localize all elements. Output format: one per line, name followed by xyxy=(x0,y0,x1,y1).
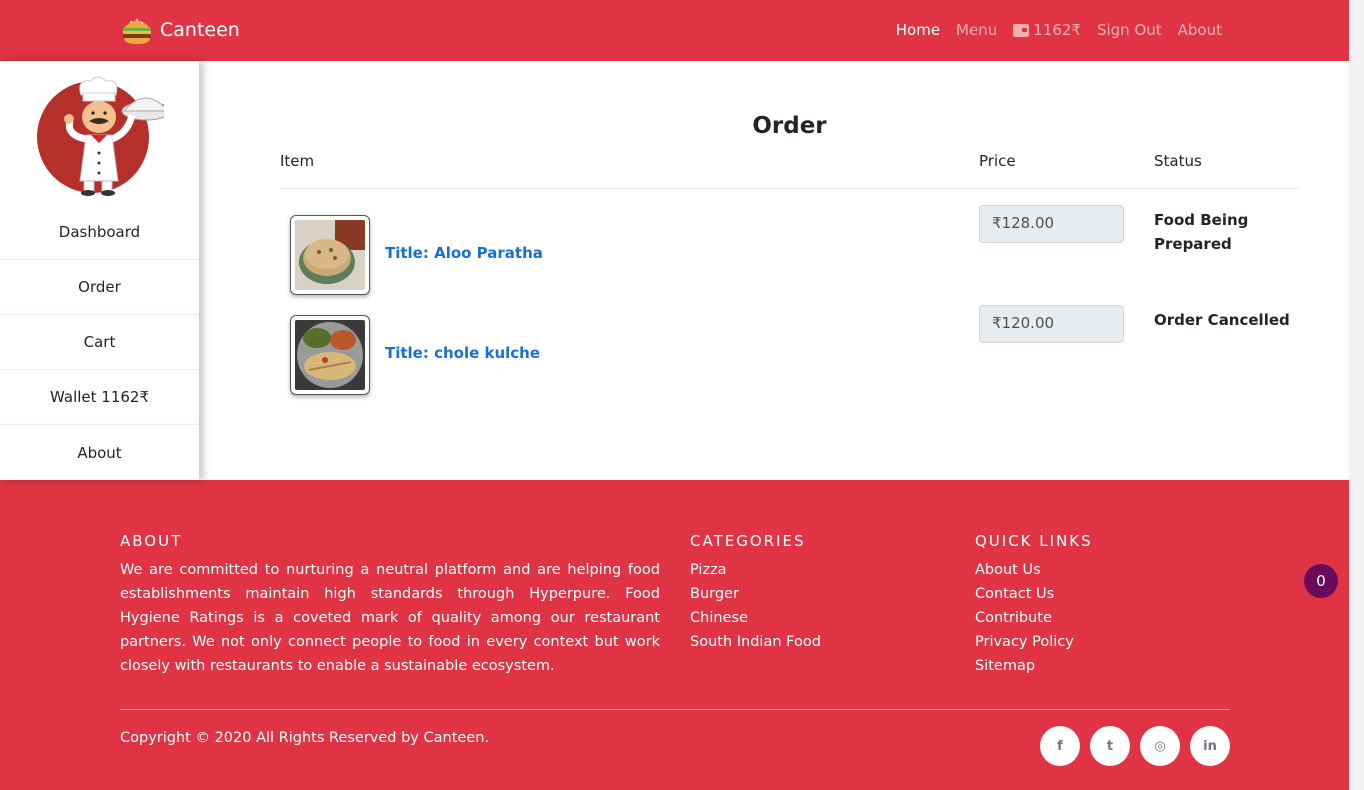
footer-link-about-us[interactable]: About Us xyxy=(975,558,1074,582)
footer-categories-title: CATEGORIES xyxy=(690,532,806,550)
footer-link-contact-us[interactable]: Contact Us xyxy=(975,582,1074,606)
page-scrollbar[interactable] xyxy=(1349,0,1364,790)
sidebar-item-order[interactable]: Order xyxy=(0,260,199,315)
facebook-icon[interactable]: f xyxy=(1040,726,1080,766)
food-image xyxy=(290,215,370,295)
chole-kulche-image xyxy=(295,320,365,390)
top-navbar: Canteen Home Menu 1162₹ Sign Out About xyxy=(0,0,1349,61)
column-header-item: Item xyxy=(280,152,315,170)
nav-wallet[interactable]: 1162₹ xyxy=(1013,21,1081,39)
order-status: Order Cancelled xyxy=(1154,311,1290,329)
nav-links: Home Menu 1162₹ Sign Out About xyxy=(880,21,1222,39)
page-title: Order xyxy=(752,113,827,139)
aloo-paratha-image xyxy=(295,220,365,290)
footer-link-burger[interactable]: Burger xyxy=(690,582,821,606)
table-row: Title: Aloo Paratha ₹128.00 Food Being P… xyxy=(280,205,1299,315)
social-links: f t ◎ in xyxy=(1040,726,1230,766)
sidebar-item-wallet[interactable]: Wallet 1162₹ xyxy=(0,370,199,425)
footer-link-chinese[interactable]: Chinese xyxy=(690,606,821,630)
column-header-price: Price xyxy=(979,152,1016,170)
item-title-link[interactable]: Title: Aloo Paratha xyxy=(385,244,543,262)
price-field: ₹120.00 xyxy=(979,305,1124,343)
footer-divider xyxy=(120,709,1230,710)
sidebar-item-about[interactable]: About xyxy=(0,425,199,480)
footer-categories-list: Pizza Burger Chinese South Indian Food xyxy=(690,558,821,654)
nav-about[interactable]: About xyxy=(1178,21,1222,39)
footer-link-sitemap[interactable]: Sitemap xyxy=(975,654,1074,678)
sidebar: Dashboard Order Cart Wallet 1162₹ About xyxy=(0,61,199,480)
burger-logo-icon xyxy=(120,13,154,47)
nav-home[interactable]: Home xyxy=(896,21,940,39)
footer-about-title: ABOUT xyxy=(120,532,183,550)
footer: ABOUT We are committed to nurturing a ne… xyxy=(0,480,1349,790)
footer-link-pizza[interactable]: Pizza xyxy=(690,558,821,582)
footer-link-contribute[interactable]: Contribute xyxy=(975,606,1074,630)
footer-quick-links-list: About Us Contact Us Contribute Privacy P… xyxy=(975,558,1074,678)
brand[interactable]: Canteen xyxy=(120,13,240,47)
footer-link-south-indian[interactable]: South Indian Food xyxy=(690,630,821,654)
sidebar-item-dashboard[interactable]: Dashboard xyxy=(0,205,199,260)
food-image xyxy=(290,315,370,395)
brand-name: Canteen xyxy=(160,19,240,41)
sidebar-item-cart[interactable]: Cart xyxy=(0,315,199,370)
price-field: ₹128.00 xyxy=(979,205,1124,243)
table-row: Title: chole kulche ₹120.00 Order Cancel… xyxy=(280,305,1299,415)
cart-count-badge[interactable]: 0 xyxy=(1304,564,1338,598)
sidebar-menu: Dashboard Order Cart Wallet 1162₹ About xyxy=(0,205,199,480)
twitter-icon[interactable]: t xyxy=(1090,726,1130,766)
nav-wallet-balance: 1162₹ xyxy=(1033,21,1081,39)
footer-about-text: We are committed to nurturing a neutral … xyxy=(120,562,660,674)
footer-quick-links-title: QUICK LINKS xyxy=(975,532,1093,550)
dribbble-icon[interactable]: ◎ xyxy=(1140,726,1180,766)
order-section: Order Item Price Status Title: Aloo Para… xyxy=(280,61,1299,480)
nav-sign-out[interactable]: Sign Out xyxy=(1097,21,1162,39)
linkedin-icon[interactable]: in xyxy=(1190,726,1230,766)
copyright-text: Copyright © 2020 All Rights Reserved by … xyxy=(120,730,490,746)
table-header: Item Price Status xyxy=(280,152,1299,189)
column-header-status: Status xyxy=(1154,152,1202,170)
nav-menu[interactable]: Menu xyxy=(956,21,997,39)
item-title-link[interactable]: Title: chole kulche xyxy=(385,344,540,362)
wallet-icon xyxy=(1013,23,1030,37)
order-status: Food Being Prepared xyxy=(1154,211,1249,253)
footer-link-privacy-policy[interactable]: Privacy Policy xyxy=(975,630,1074,654)
chef-avatar xyxy=(36,75,171,197)
